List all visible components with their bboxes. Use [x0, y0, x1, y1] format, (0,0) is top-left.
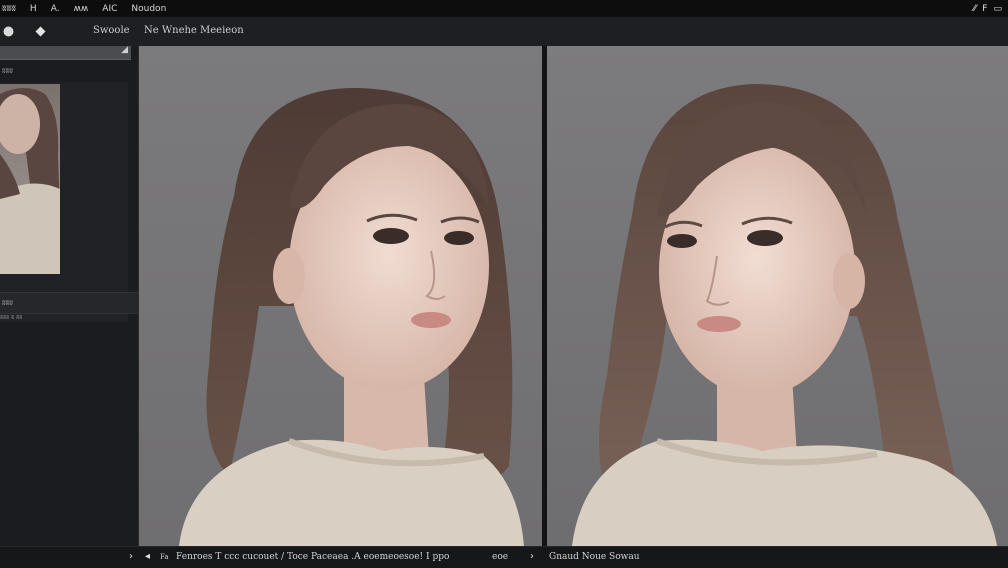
toolbar-label-2[interactable]: Ne Wnehe Meeieon	[144, 25, 244, 36]
menu-item-5[interactable]: AIC	[102, 4, 117, 14]
portrait-left	[179, 87, 524, 546]
chevron-right-icon[interactable]: ›	[129, 551, 133, 562]
window-icon[interactable]: ▭	[993, 4, 1002, 14]
status-bar: › ◂ Fa Fenroes T ccc cucouet / Toce Pace…	[0, 546, 1008, 568]
cursor-icon[interactable]: ⁄⁄	[973, 4, 976, 14]
portrait-right	[572, 84, 997, 546]
circle-icon[interactable]	[2, 25, 14, 37]
menu-item-1[interactable]: ʬʬʬ	[2, 4, 16, 14]
status-text-4: Gnaud Noue Sowau	[549, 552, 640, 562]
viewer-panel-right[interactable]	[547, 46, 1008, 546]
thumbnail-panel: ʬʬʬ ʬ ʬʬ	[0, 82, 128, 322]
sidebar-bar[interactable]: ʬʬʬ	[0, 292, 138, 314]
viewer-panel-left[interactable]	[139, 46, 542, 546]
sidebar-section-label: ʬʬʬ	[2, 67, 13, 75]
play-back-icon[interactable]: ◂	[145, 551, 150, 562]
sidebar-bar-label: ʬʬʬ	[2, 299, 13, 307]
status-text-3: eoe	[492, 552, 509, 562]
collapse-icon[interactable]: ◢	[121, 45, 128, 55]
menu-item-4[interactable]: ʍʍ	[74, 4, 89, 14]
menu-item-3[interactable]: A.	[51, 4, 60, 14]
menu-bar: ʬʬʬ H A. ʍʍ AIC Noudon ⁄⁄ F ▭	[0, 0, 1008, 17]
menu-right-icons: ⁄⁄ F ▭	[973, 0, 1002, 17]
thumbnail-image[interactable]	[0, 84, 60, 274]
menu-item-2[interactable]: H	[30, 4, 37, 14]
thumbnail-caption: ʬʬʬ ʬ ʬʬ	[0, 314, 23, 321]
toolbar-label-1[interactable]: Swoole	[93, 25, 130, 36]
toolbar: Swoole Ne Wnehe Meeieon	[0, 17, 1008, 47]
status-text-2: Fenroes T ccc cucouet / Toce Paceaea .A …	[176, 552, 450, 562]
sidebar: ◢ ʬʬʬ ʬʬʬ ʬ ʬʬ ʬʬʬ	[0, 45, 139, 546]
status-text-1: Fa	[160, 553, 169, 561]
arrow-right-icon[interactable]: ›	[530, 551, 534, 562]
menu-item-6[interactable]: Noudon	[131, 4, 166, 14]
sidebar-header[interactable]: ◢	[0, 45, 131, 60]
text-icon[interactable]: F	[982, 4, 987, 14]
diamond-icon[interactable]	[34, 25, 46, 37]
